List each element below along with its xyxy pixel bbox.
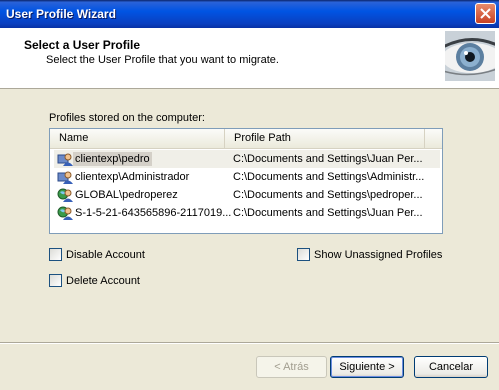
wizard-header: Select a User Profile Select the User Pr… — [0, 28, 499, 89]
local-user-icon — [57, 153, 73, 166]
delete-account-checkbox[interactable] — [49, 274, 62, 287]
show-unassigned-profiles-checkbox[interactable] — [297, 248, 310, 261]
profile-name: clientexp\Administrador — [75, 171, 190, 183]
close-button[interactable] — [475, 3, 496, 24]
profile-name: clientexp\pedro — [73, 152, 152, 166]
list-item[interactable]: clientexp\pedro C:\Documents and Setting… — [54, 150, 440, 168]
close-icon — [480, 8, 491, 19]
column-header-name[interactable]: Name — [50, 129, 225, 148]
window-title: User Profile Wizard — [6, 7, 116, 21]
delete-account-label[interactable]: Delete Account — [66, 275, 140, 287]
eye-image — [445, 31, 495, 81]
back-button[interactable]: < Atrás — [256, 356, 327, 378]
local-user-icon — [57, 171, 73, 184]
profile-path: C:\Documents and Settings\Juan Per... — [233, 207, 423, 219]
show-unassigned-profiles-label[interactable]: Show Unassigned Profiles — [314, 249, 442, 261]
profiles-list[interactable]: Name Profile Path clientexp\pedro C:\Doc… — [49, 128, 443, 234]
list-item[interactable]: GLOBAL\pedroperez C:\Documents and Setti… — [54, 186, 440, 204]
domain-user-icon — [57, 188, 73, 202]
profile-path: C:\Documents and Settings\Juan Per... — [233, 153, 423, 165]
column-header-profile-path[interactable]: Profile Path — [225, 129, 425, 148]
domain-user-icon — [57, 206, 73, 220]
profile-name: GLOBAL\pedroperez — [75, 189, 178, 201]
list-item[interactable]: S-1-5-21-643565896-2117019... C:\Documen… — [54, 204, 440, 222]
next-button[interactable]: Siguiente > — [330, 356, 404, 378]
profile-name: S-1-5-21-643565896-2117019... — [75, 207, 232, 219]
page-subtitle: Select the User Profile that you want to… — [46, 54, 279, 66]
list-header: Name Profile Path — [50, 129, 442, 149]
list-item[interactable]: clientexp\Administrador C:\Documents and… — [54, 168, 440, 186]
title-bar[interactable]: User Profile Wizard — [0, 0, 499, 28]
page-title: Select a User Profile — [24, 38, 141, 52]
cancel-button[interactable]: Cancelar — [414, 356, 488, 378]
footer-divider — [0, 342, 499, 344]
wizard-window: User Profile Wizard Select a User Profil… — [0, 0, 499, 390]
disable-account-label[interactable]: Disable Account — [66, 249, 145, 261]
disable-account-checkbox[interactable] — [49, 248, 62, 261]
profiles-label: Profiles stored on the computer: — [49, 112, 205, 124]
profile-path: C:\Documents and Settings\pedroper... — [233, 189, 423, 201]
profile-path: C:\Documents and Settings\Administr... — [233, 171, 425, 183]
